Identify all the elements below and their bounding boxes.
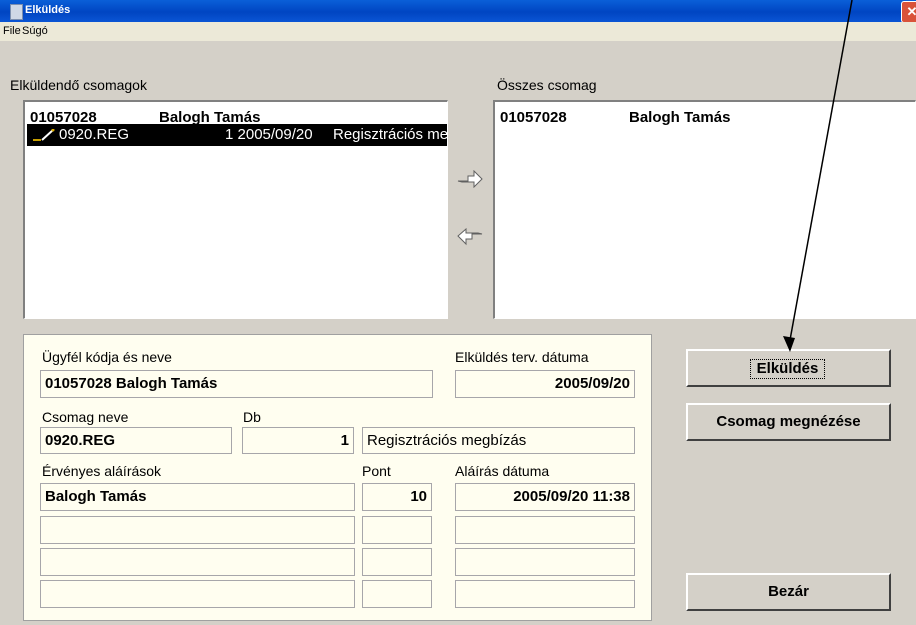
annotation-arrow-icon	[783, 0, 853, 352]
